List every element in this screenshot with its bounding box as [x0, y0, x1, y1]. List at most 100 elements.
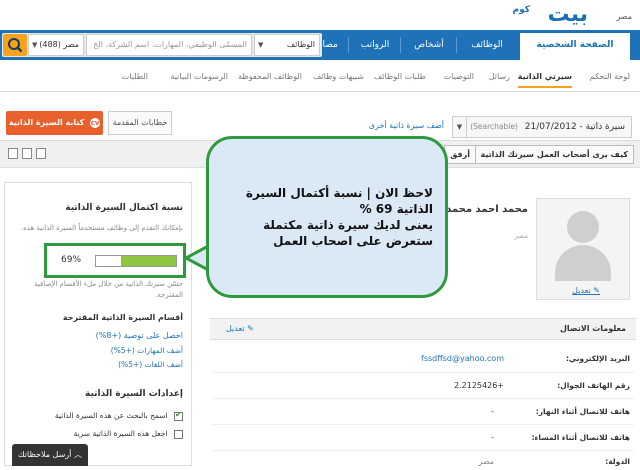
- cv-selector-value: سيرة ذاتية - 21/07/2012: [524, 122, 625, 132]
- profile-photo[interactable]: [536, 198, 630, 300]
- callout-line: الذاتية 69 %: [359, 202, 433, 216]
- callout-text: لاحظ الان | نسبة أكتمال السيرة الذاتية 6…: [219, 185, 433, 249]
- subnav-saved-jobs[interactable]: الوظائف المحفوظة: [238, 72, 302, 81]
- write-cv-button[interactable]: cv كتابة السيرة الذاتية: [6, 111, 103, 135]
- search-icon: [8, 38, 23, 53]
- cv-searchable-label: (Searchable): [470, 122, 518, 131]
- checkbox-confidential[interactable]: [174, 429, 183, 439]
- contact-label-email: البريد الإلكتروني:: [566, 354, 630, 363]
- sub-navbar: لوحة التحكم سيرتي الذاتية رسائل التوصيات…: [0, 66, 640, 92]
- avatar-head: [567, 211, 599, 243]
- nav-tab-jobs[interactable]: الوظائف: [458, 30, 516, 60]
- cv-settings-title: إعدادات السيرة الذاتية: [85, 389, 183, 399]
- callout-line: ستعرض على اصحاب العمل: [273, 234, 433, 248]
- suggestion-add-skills[interactable]: أضف المهارات (+5%): [111, 346, 183, 355]
- cv-sidebar: نسبة اكتمال السيرة الذاتية بإمكانك التقد…: [4, 182, 192, 466]
- contact-info-title: معلومات الاتصال: [559, 324, 626, 333]
- contact-info-header: معلومات الاتصال ✎ تعديل: [210, 318, 636, 340]
- chevron-down-icon: ▼: [258, 41, 264, 49]
- subnav-requests[interactable]: الطلبات: [122, 72, 148, 81]
- contact-value-evening-phone: -: [491, 433, 494, 442]
- completeness-progress-bar: [95, 255, 177, 267]
- edit-photo-label: تعديل: [572, 286, 591, 295]
- subnav-similar-jobs[interactable]: شبيهات وظائف: [313, 72, 364, 81]
- profile-name: محمد احمد محمد: [446, 204, 528, 215]
- setting-searchable-label: اسمح بالبحث عن هذه السيرة الذاتية: [54, 411, 168, 420]
- avatar-body: [555, 245, 611, 281]
- contact-value-mobile: +2.2125426: [454, 381, 504, 390]
- setting-confidential[interactable]: اجعل هذه السيرة الذاتية سرية: [74, 429, 183, 439]
- pencil-icon: ✎: [247, 324, 254, 333]
- subnav-messages[interactable]: رسائل: [489, 72, 510, 81]
- improve-cv-text: حسّن سيرتك الذاتية من خلال ملء الأقسام ا…: [34, 280, 183, 299]
- chevron-down-icon: ▼: [453, 117, 467, 137]
- contact-label-day-phone: هاتف للاتصال أثناء النهار:: [535, 407, 630, 416]
- subnav-job-applications[interactable]: طلبات الوظائف: [374, 72, 426, 81]
- add-cv-link[interactable]: أضف سيرة ذاتية أخرى: [369, 121, 444, 130]
- cv-selector[interactable]: ▼ سيرة ذاتية - 21/07/2012 (Searchable): [452, 116, 632, 138]
- contact-label-country: الدولة:: [605, 457, 630, 466]
- country-label: مصر: [616, 12, 632, 21]
- completeness-title: نسبة اكتمال السيرة الذاتية: [65, 203, 183, 213]
- delete-icon[interactable]: [36, 148, 46, 159]
- subnav-my-cv[interactable]: سيرتي الذاتية: [517, 72, 572, 88]
- setting-confidential-label: اجعل هذه السيرة الذاتية سرية: [73, 429, 168, 438]
- nav-separator: [400, 37, 401, 53]
- edit-photo-link[interactable]: ✎ تعديل: [572, 286, 600, 295]
- contact-value-day-phone: -: [491, 407, 494, 416]
- callout-line: لاحظ الان | نسبة أكتمال السيرة: [245, 186, 433, 200]
- completeness-progress-highlight: 69%: [44, 243, 186, 278]
- completeness-progress-fill: [120, 256, 176, 266]
- subnav-charts[interactable]: الرسومات البيانية: [170, 72, 228, 81]
- row-divider: [212, 372, 634, 373]
- row-divider: [212, 398, 634, 399]
- subnav-recommendations[interactable]: التوصيات: [444, 72, 474, 81]
- location-value: مصر (488): [39, 40, 79, 49]
- contact-edit-link[interactable]: ✎ تعديل: [226, 324, 254, 333]
- copy-icon[interactable]: [8, 148, 18, 159]
- nav-separator: [456, 37, 457, 53]
- cover-letters-button[interactable]: خطابات المقدمة: [108, 111, 172, 135]
- pencil-icon: ✎: [593, 286, 600, 295]
- completeness-description: بإمكانك التقدم إلى وظائف مستخدماً السيرة…: [20, 224, 183, 232]
- nav-separator: [348, 37, 349, 53]
- callout-line: يعنى لديك سيرة ذاتية مكتملة: [263, 218, 433, 232]
- search-category-select[interactable]: ▼ الوظائف: [254, 34, 320, 56]
- site-logo[interactable]: بيت كوم: [492, 2, 589, 27]
- search-input[interactable]: المسمّى الوظيفي، المهارات، اسم الشركة، ا…: [86, 34, 252, 56]
- chevron-down-icon: ▼: [32, 41, 38, 49]
- setting-searchable[interactable]: اسمح بالبحث عن هذه السيرة الذاتية: [54, 410, 183, 421]
- profile-location: مصر: [514, 232, 528, 240]
- write-cv-label: كتابة السيرة الذاتية: [8, 118, 85, 127]
- logo-sub-text: كوم: [512, 5, 530, 15]
- row-divider: [212, 450, 634, 451]
- chevron-up-icon: ︿: [73, 450, 82, 459]
- employer-view-button[interactable]: كيف يرى أصحاب العمل سيرتك الذاتية: [474, 145, 634, 164]
- checkbox-searchable[interactable]: [174, 410, 183, 421]
- suggested-sections-title: أقسام السيرة الذاتية المقترحة: [62, 313, 183, 322]
- contact-label-evening-phone: هاتف للاتصال أثناء المساء:: [531, 433, 630, 442]
- search-button[interactable]: [3, 34, 27, 56]
- contact-edit-label: تعديل: [226, 324, 245, 333]
- suggestion-get-recommendation[interactable]: احصل على توصية (+8%): [96, 331, 183, 340]
- suggestion-add-languages[interactable]: أضف اللغات (+5%): [118, 360, 183, 369]
- search-bar: ▼ مصر (488) المسمّى الوظيفي، المهارات، ا…: [2, 33, 322, 57]
- nav-tab-people[interactable]: أشخاص: [402, 30, 456, 60]
- nav-tab-salaries[interactable]: الرواتب: [350, 30, 400, 60]
- completeness-percent: 69%: [61, 255, 82, 265]
- location-select[interactable]: ▼ مصر (488): [28, 34, 84, 56]
- contact-label-mobile: رقم الهاتف الجوال:: [557, 381, 630, 390]
- feedback-button[interactable]: ︿ أرسل ملاحظاتك: [12, 444, 88, 466]
- contact-value-email[interactable]: fssdffsd@yahoo.com: [421, 354, 504, 363]
- contact-value-country: مصر: [478, 457, 494, 466]
- row-divider: [212, 424, 634, 425]
- feedback-label: أرسل ملاحظاتك: [18, 450, 72, 459]
- cv-badge-icon: cv: [90, 118, 101, 128]
- search-category-value: الوظائف: [286, 40, 315, 49]
- print-icon[interactable]: [22, 148, 32, 159]
- annotation-callout: لاحظ الان | نسبة أكتمال السيرة الذاتية 6…: [206, 136, 448, 298]
- attach-button[interactable]: أرفق: [444, 145, 476, 164]
- nav-tab-profile[interactable]: الصفحة الشخصية: [520, 30, 630, 60]
- logo-main-text: بيت: [547, 2, 589, 27]
- subnav-dashboard[interactable]: لوحة التحكم: [590, 72, 630, 81]
